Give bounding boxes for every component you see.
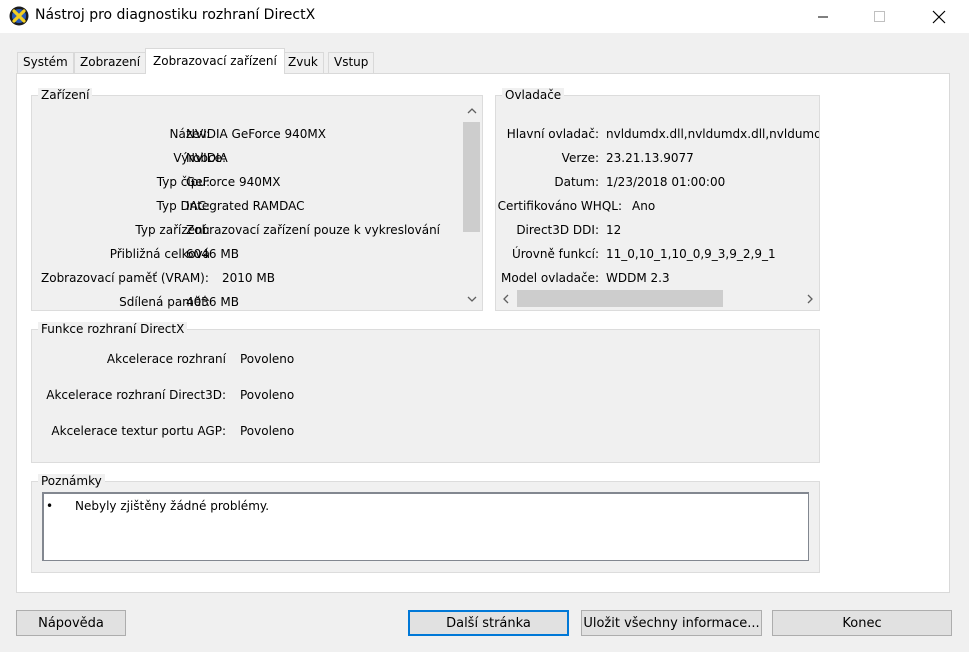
d3d-accel-label: Akcelerace rozhraní Direct3D:	[46, 388, 226, 402]
main-driver-label: Hlavní ovladač:	[506, 127, 599, 141]
close-icon	[932, 10, 946, 23]
feature-levels-label: Úrovně funkcí:	[511, 247, 599, 261]
agp-accel-label: Akcelerace textur portu AGP:	[51, 424, 226, 438]
whql-label: Certifikováno WHQL:	[497, 199, 622, 213]
exit-button[interactable]: Konec	[772, 610, 952, 636]
device-info-list: Název: NVIDIA GeForce 940MX Výrobce: NVI…	[32, 96, 463, 310]
driver-model-value: WDDM 2.3	[606, 271, 670, 285]
device-type-value: Zobrazovací zařízení pouze k vykreslován…	[186, 223, 441, 237]
close-button[interactable]	[916, 0, 962, 33]
chip-type-value: GeForce 940MX	[186, 175, 281, 189]
agp-accel-value: Povoleno	[240, 424, 295, 438]
save-all-info-button[interactable]: Uložit všechny informace...	[581, 610, 762, 636]
notes-item: Nebyly zjištěny žádné problémy.	[75, 499, 270, 513]
scroll-right-icon[interactable]	[801, 290, 818, 307]
version-label: Verze:	[561, 151, 599, 165]
maximize-icon	[874, 10, 885, 22]
tab-system[interactable]: Systém	[17, 52, 74, 73]
tab-display-devices[interactable]: Zobrazovací zařízení	[145, 48, 285, 74]
directx-features-group: Funkce rozhraní DirectX Akcelerace rozhr…	[31, 322, 820, 463]
window-title: Nástroj pro diagnostiku rozhraní DirectX	[35, 7, 316, 23]
direct3d-ddi-label: Direct3D DDI:	[516, 223, 599, 237]
dac-type-value: Integrated RAMDAC	[186, 199, 305, 213]
tab-input[interactable]: Vstup	[328, 52, 375, 73]
scroll-left-icon[interactable]	[497, 290, 514, 307]
tab-sound[interactable]: Zvuk	[282, 52, 324, 73]
minimize-button[interactable]	[800, 0, 846, 33]
drivers-scrollbar-thumb[interactable]	[517, 290, 723, 307]
whql-value: Ano	[632, 199, 656, 213]
direct3d-ddi-value: 12	[606, 223, 622, 237]
shared-memory-value: 4036 MB	[186, 295, 239, 309]
minimize-icon	[818, 16, 828, 17]
next-page-button[interactable]: Další stránka	[408, 610, 569, 636]
directx-features-title: Funkce rozhraní DirectX	[38, 322, 188, 336]
vram-value: 2010 MB	[222, 271, 275, 285]
ddraw-accel-value: Povoleno	[240, 352, 295, 366]
notes-title: Poznámky	[38, 474, 105, 488]
device-scrollbar[interactable]	[463, 102, 480, 308]
feature-levels-value: 11_0,10_1,10_0,9_3,9_2,9_1	[606, 247, 776, 261]
date-label: Datum:	[554, 175, 599, 189]
notes-box[interactable]: • Nebyly zjištěny žádné problémy.	[42, 492, 809, 561]
help-button[interactable]: Nápověda	[16, 610, 126, 636]
approx-total-memory-value: 6046 MB	[186, 247, 239, 261]
scroll-up-icon[interactable]	[463, 102, 480, 119]
bullet-icon: •	[46, 499, 54, 513]
manufacturer-value: NVIDIA	[186, 151, 228, 165]
drivers-info-list: Hlavní ovladač: nvldumdx.dll,nvldumdx.dl…	[496, 96, 819, 288]
date-value: 1/23/2018 01:00:00	[606, 175, 726, 189]
title-bar: Nástroj pro diagnostiku rozhraní DirectX	[0, 0, 969, 33]
maximize-button	[857, 0, 903, 33]
device-name-value: NVIDIA GeForce 940MX	[186, 127, 326, 141]
driver-model-label: Model ovladače:	[501, 271, 599, 285]
drivers-scrollbar[interactable]	[497, 290, 818, 307]
main-driver-value: nvldumdx.dll,nvldumdx.dll,nvldumdx.d	[606, 127, 819, 141]
d3d-accel-value: Povoleno	[240, 388, 295, 402]
tab-display[interactable]: Zobrazení	[74, 52, 147, 73]
version-value: 23.21.13.9077	[606, 151, 694, 165]
ddraw-accel-label: Akcelerace rozhraní	[106, 352, 226, 366]
directx-icon	[9, 6, 29, 26]
device-scrollbar-thumb[interactable]	[463, 122, 480, 232]
scroll-down-icon[interactable]	[463, 290, 480, 307]
vram-label: Zobrazovací paměť (VRAM):	[41, 271, 209, 285]
